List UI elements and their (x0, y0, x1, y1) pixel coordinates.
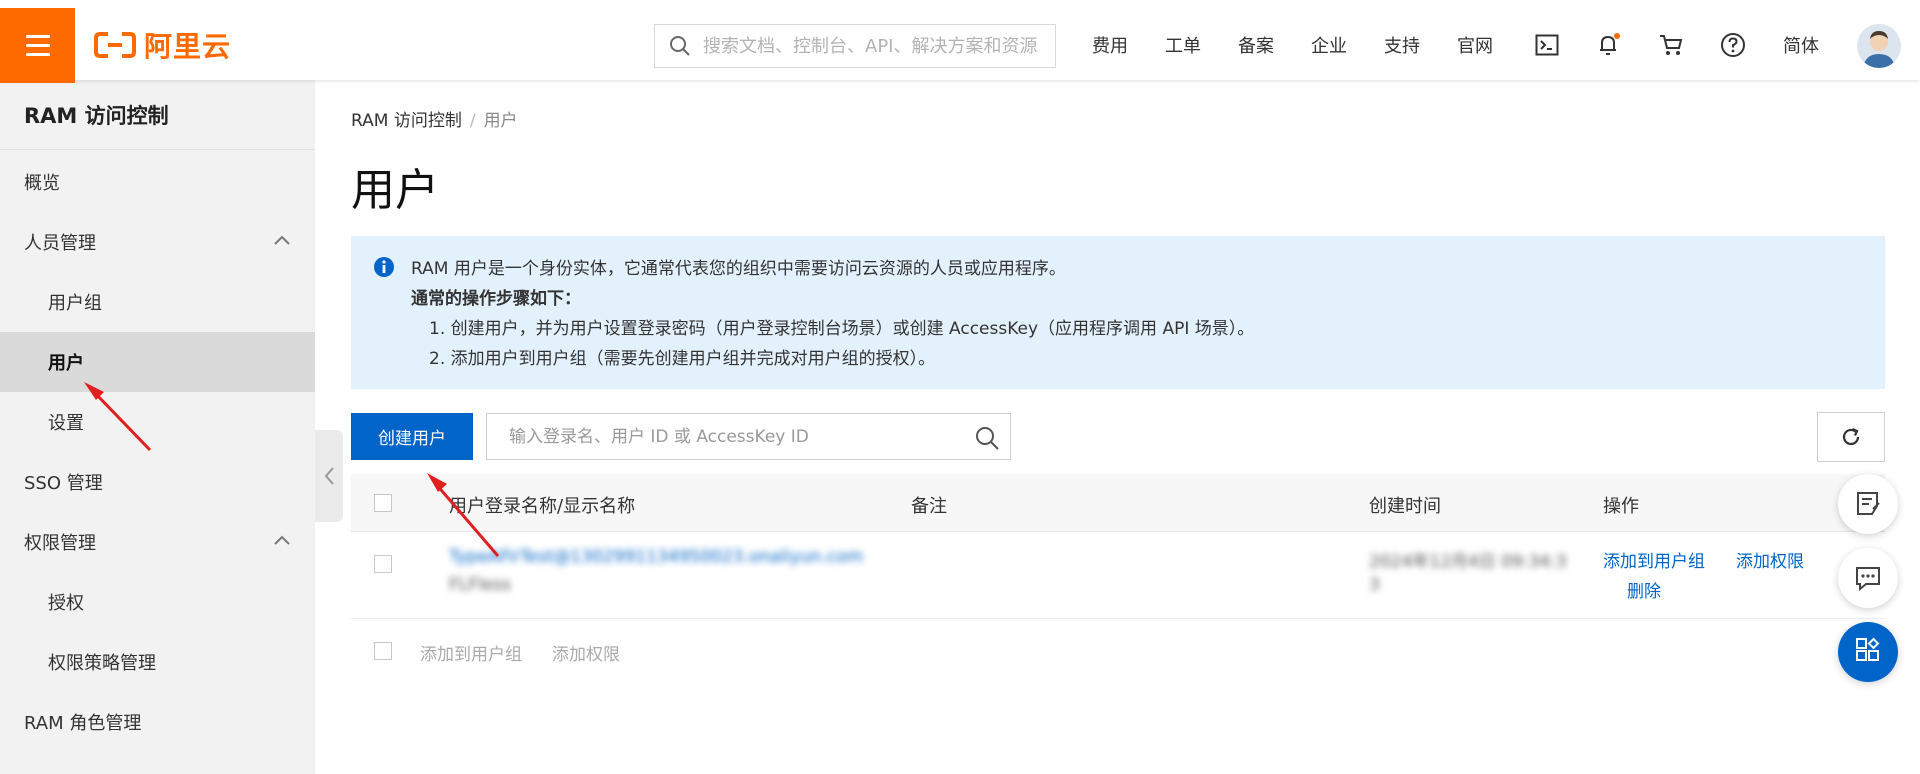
table-row: TypeAFirTest@1302991134950023.onaliyun.c… (351, 533, 1885, 619)
sidebar-item-settings[interactable]: 设置 (0, 392, 315, 452)
column-note: 备注 (911, 496, 947, 517)
sidebar-item-policies[interactable]: 权限策略管理 (0, 632, 315, 692)
apps-button[interactable] (1838, 622, 1898, 682)
bulk-select-checkbox[interactable] (374, 642, 392, 660)
avatar[interactable] (1857, 24, 1901, 68)
nav-official-site[interactable]: 官网 (1457, 32, 1493, 58)
main-content: RAM 访问控制 / 用户 用户 RAM 用户是一个身份实体，它通常代表您的组织中需… (351, 80, 1886, 774)
chat-icon (1856, 567, 1880, 592)
global-search-input[interactable] (703, 35, 1043, 57)
info-notice: RAM 用户是一个身份实体，它通常代表您的组织中需要访问云资源的人员或应用程序。… (351, 236, 1885, 389)
sidebar-item-label: SSO 管理 (24, 473, 103, 494)
chevron-up-icon (274, 535, 290, 545)
notice-step-2: 2. 添加用户到用户组（需要先创建用户组并完成对用户组的授权）。 (429, 349, 936, 369)
global-search[interactable] (654, 24, 1056, 68)
sidebar-item-overview[interactable]: 概览 (0, 152, 315, 212)
chevron-left-icon (324, 467, 334, 485)
language-switch[interactable]: 简体 (1783, 32, 1819, 58)
user-login-name[interactable]: TypeAFirTest@1302991134950023.onaliyun.c… (449, 547, 863, 567)
sidebar-item-roles[interactable]: RAM 角色管理 (0, 692, 315, 752)
user-search (486, 413, 1011, 460)
breadcrumb: RAM 访问控制 / 用户 (351, 106, 518, 131)
top-bar: 阿里云 费用 工单 备案 企业 支持 官网 简体 (0, 0, 1920, 83)
apps-grid-icon (1856, 637, 1880, 661)
user-created-time-wrap: 3 (1369, 575, 1380, 595)
cart-icon[interactable] (1656, 30, 1686, 60)
brand-name: 阿里云 (144, 30, 232, 63)
user-search-input[interactable] (509, 426, 959, 447)
menu-icon[interactable] (0, 8, 75, 83)
sidebar-item-users[interactable]: 用户 (0, 332, 315, 392)
info-icon (374, 257, 394, 277)
sidebar-item-label: 设置 (48, 413, 84, 434)
sidebar-item-label: 概览 (24, 173, 60, 194)
search-icon (670, 36, 690, 56)
search-icon[interactable] (974, 425, 1000, 451)
select-all-checkbox[interactable] (374, 494, 392, 512)
refresh-icon (1842, 427, 1860, 446)
aliyun-logo[interactable]: 阿里云 (94, 28, 232, 63)
chat-button[interactable] (1838, 548, 1898, 608)
sidebar-item-label: RAM 角色管理 (24, 713, 142, 734)
refresh-button[interactable] (1817, 412, 1885, 462)
nav-fees[interactable]: 费用 (1092, 32, 1128, 58)
add-permission-link[interactable]: 添加权限 (1736, 547, 1804, 572)
sidebar-item-label: 授权 (48, 593, 84, 614)
nav-support[interactable]: 支持 (1384, 32, 1420, 58)
sidebar-collapse-toggle[interactable] (315, 430, 343, 522)
feedback-button[interactable] (1838, 474, 1898, 534)
column-actions: 操作 (1603, 496, 1639, 517)
sidebar-item-label: 用户组 (48, 293, 102, 314)
bulk-add-permission[interactable]: 添加权限 (552, 640, 620, 665)
bulk-add-to-group[interactable]: 添加到用户组 (420, 640, 522, 665)
page-title: 用户 (351, 165, 439, 216)
help-icon[interactable] (1718, 30, 1748, 60)
sidebar-item-grants[interactable]: 授权 (0, 572, 315, 632)
breadcrumb-current: 用户 (483, 111, 518, 131)
table-header: 用户登录名称/显示名称 备注 创建时间 操作 (351, 474, 1885, 532)
add-to-group-link[interactable]: 添加到用户组 (1603, 547, 1705, 572)
sidebar: RAM 访问控制 概览 人员管理 用户组 用户 设置 SSO 管理 权限管理 授… (0, 80, 315, 774)
column-login-name[interactable]: 用户登录名称/显示名称 (449, 492, 635, 518)
top-nav: 费用 工单 备案 企业 支持 官网 (1092, 32, 1530, 58)
column-created[interactable]: 创建时间 (1369, 492, 1441, 518)
user-created-time: 2024年12月4日 09:34:3 (1369, 552, 1567, 572)
user-display-name: FLFless (449, 575, 511, 595)
delete-link[interactable]: 删除 (1627, 577, 1661, 602)
row-checkbox[interactable] (374, 555, 392, 573)
chevron-up-icon (274, 235, 290, 245)
create-user-button[interactable]: 创建用户 (351, 413, 473, 460)
feedback-icon (1857, 492, 1880, 515)
bell-icon[interactable] (1594, 30, 1624, 60)
sidebar-title: RAM 访问控制 (0, 80, 315, 150)
notice-step-1: 1. 创建用户，并为用户设置登录密码（用户登录控制台场景）或创建 AccessK… (429, 319, 1255, 339)
sidebar-item-permissions[interactable]: 权限管理 (0, 512, 315, 572)
nav-icp[interactable]: 备案 (1238, 32, 1274, 58)
terminal-icon[interactable] (1532, 30, 1562, 60)
sidebar-item-identities[interactable]: 人员管理 (0, 212, 315, 272)
sidebar-item-groups[interactable]: 用户组 (0, 272, 315, 332)
sidebar-item-sso[interactable]: SSO 管理 (0, 452, 315, 512)
notice-heading: 通常的操作步骤如下： (411, 289, 581, 309)
sidebar-item-label: 人员管理 (24, 233, 96, 254)
sidebar-item-label: 用户 (48, 353, 84, 374)
notice-text: RAM 用户是一个身份实体，它通常代表您的组织中需要访问云资源的人员或应用程序。 (411, 259, 1066, 279)
breadcrumb-separator: / (469, 111, 476, 131)
sidebar-item-label: 权限策略管理 (48, 653, 156, 674)
breadcrumb-root[interactable]: RAM 访问控制 (351, 111, 462, 131)
nav-tickets[interactable]: 工单 (1165, 32, 1201, 58)
nav-enterprise[interactable]: 企业 (1311, 32, 1347, 58)
aliyun-logo-icon (94, 32, 136, 58)
sidebar-item-label: 权限管理 (24, 533, 96, 554)
